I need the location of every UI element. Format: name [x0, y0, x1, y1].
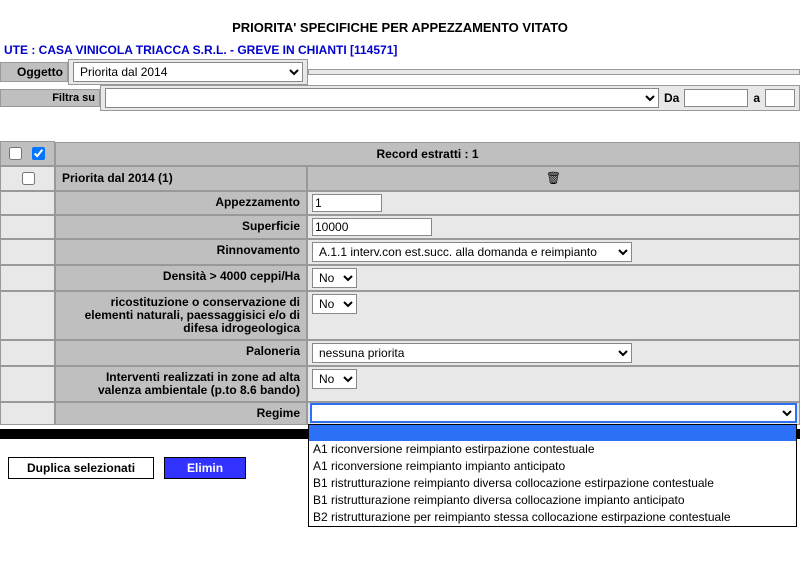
rinnovamento-select[interactable]: A.1.1 interv.con est.succ. alla domanda … — [312, 242, 632, 262]
regime-dropdown-list[interactable]: A1 riconversione reimpianto estirpazione… — [308, 424, 797, 527]
superficie-input[interactable] — [312, 218, 432, 236]
rinnovamento-label: Rinnovamento — [55, 239, 307, 265]
da-input[interactable] — [684, 89, 748, 107]
oggetto-select[interactable]: Priorita dal 2014 — [73, 62, 303, 82]
select-all-checkbox-2[interactable] — [32, 147, 45, 160]
regime-option[interactable]: B1 ristrutturazione reimpianto diversa c… — [309, 475, 796, 492]
ricostituzione-label: ricostituzione o conservazione di elemen… — [55, 291, 307, 340]
densita-select[interactable]: No — [312, 268, 357, 288]
regime-option[interactable]: A1 riconversione reimpianto estirpazione… — [309, 441, 796, 458]
regime-label: Regime — [55, 402, 307, 425]
regime-option[interactable]: B2 ristrutturazione per reimpianto stess… — [309, 509, 796, 526]
da-label: Da — [664, 91, 679, 105]
row-checkbox[interactable] — [22, 172, 35, 185]
priority-header: Priorita dal 2014 (1) — [55, 166, 307, 191]
appezzamento-input[interactable] — [312, 194, 382, 212]
duplica-button[interactable]: Duplica selezionati — [8, 457, 154, 479]
regime-option[interactable]: A1 riconversione reimpianto impianto ant… — [309, 458, 796, 475]
regime-option[interactable]: B1 ristrutturazione reimpianto diversa c… — [309, 492, 796, 509]
interventi-select[interactable]: No — [312, 369, 357, 389]
superficie-label: Superficie — [55, 215, 307, 239]
paloneria-label: Paloneria — [55, 340, 307, 366]
interventi-label: Interventi realizzati in zone ad alta va… — [55, 366, 307, 402]
select-all-checkbox-1[interactable] — [9, 147, 22, 160]
a-label: a — [753, 91, 760, 105]
page-title: PRIORITA' SPECIFICHE PER APPEZZAMENTO VI… — [0, 0, 800, 43]
a-input[interactable] — [765, 89, 795, 107]
trash-icon[interactable]: 🗑 — [546, 171, 561, 185]
ricostituzione-select[interactable]: No — [312, 294, 357, 314]
oggetto-label: Oggetto — [0, 62, 68, 82]
filtra-select[interactable] — [105, 88, 659, 108]
paloneria-select[interactable]: nessuna priorita — [312, 343, 632, 363]
elimina-button[interactable]: Elimin — [164, 457, 246, 479]
ute-line: UTE : CASA VINICOLA TRIACCA S.R.L. - GRE… — [0, 43, 800, 59]
filtra-label: Filtra su — [0, 89, 100, 107]
appezzamento-label: Appezzamento — [55, 191, 307, 215]
records-count: Record estratti : 1 — [55, 142, 800, 166]
regime-select[interactable] — [310, 403, 797, 423]
densita-label: Densità > 4000 ceppi/Ha — [55, 265, 307, 291]
regime-option-blank[interactable] — [309, 425, 796, 441]
